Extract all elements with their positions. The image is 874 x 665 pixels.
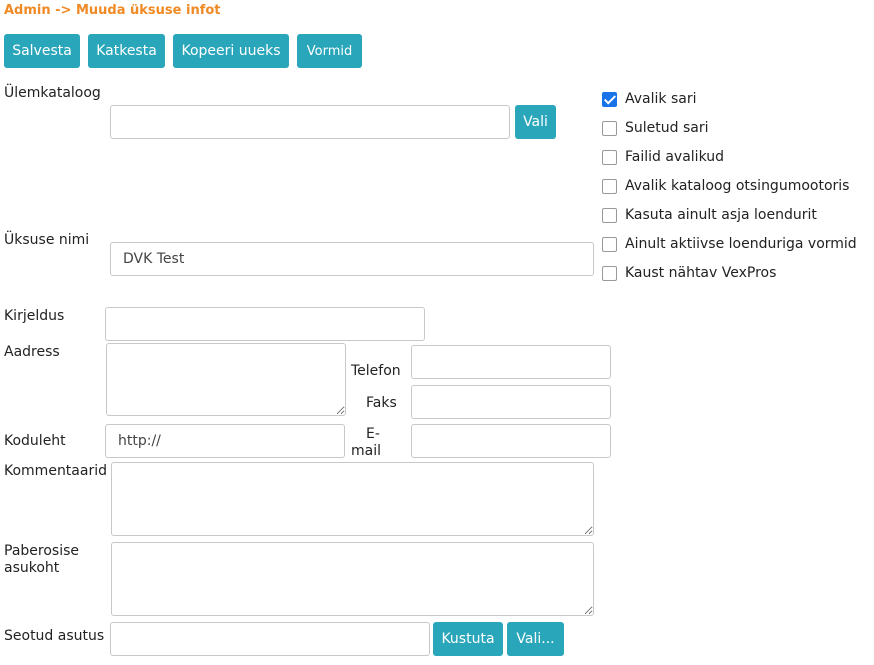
phone-label: Telefon (351, 363, 401, 379)
linked-org-label: Seotud asutus (4, 628, 105, 644)
paper-location-textarea[interactable] (111, 542, 594, 616)
checkbox-closed-series[interactable] (602, 120, 617, 136)
save-button[interactable]: Salvesta (4, 34, 80, 68)
option-label: Ainult aktiivse loenduriga vormid (625, 236, 857, 252)
homepage-input[interactable] (105, 424, 345, 458)
homepage-label: Koduleht (4, 433, 66, 449)
parent-catalog-label: Ülemkataloog (4, 85, 101, 101)
option-label: Failid avalikud (625, 149, 725, 165)
comments-textarea[interactable] (111, 462, 594, 536)
option-label: Kasuta ainult asja loendurit (625, 207, 817, 223)
option-case-counter-only[interactable]: Kasuta ainult asja loendurit (602, 206, 817, 224)
address-label: Aadress (4, 344, 60, 360)
option-folder-visible-vexpros[interactable]: Kaust nähtav VexPros (602, 264, 776, 282)
copy-as-new-button[interactable]: Kopeeri uueks (173, 34, 289, 68)
phone-input[interactable] (411, 345, 611, 379)
fax-input[interactable] (411, 385, 611, 419)
linked-org-input[interactable] (110, 622, 430, 656)
address-textarea[interactable] (106, 343, 346, 416)
paper-location-label-line1: Paberosise (4, 543, 79, 559)
parent-catalog-input[interactable] (110, 105, 510, 139)
option-label: Kaust nähtav VexPros (625, 265, 777, 281)
option-public-series[interactable]: Avalik sari (602, 90, 696, 108)
description-input[interactable] (105, 307, 425, 341)
forms-button[interactable]: Vormid (297, 34, 362, 68)
option-closed-series[interactable]: Suletud sari (602, 119, 708, 137)
option-label: Suletud sari (625, 120, 709, 136)
checkbox-files-public[interactable] (602, 149, 617, 165)
checkbox-active-counter-forms[interactable] (602, 236, 617, 252)
delete-linked-org-button[interactable]: Kustuta (433, 622, 503, 656)
option-active-counter-forms[interactable]: Ainult aktiivse loenduriga vormid (602, 235, 857, 253)
unit-name-label: Üksuse nimi (4, 232, 90, 248)
email-label-line2: mail (351, 443, 381, 459)
option-label: Avalik sari (625, 91, 697, 107)
description-label: Kirjeldus (4, 308, 65, 324)
checkbox-public-series[interactable] (602, 91, 617, 107)
fax-label: Faks (366, 395, 397, 411)
breadcrumb: Admin -> Muuda üksuse infot (4, 3, 221, 18)
email-input[interactable] (411, 424, 611, 458)
checkbox-public-catalog-search[interactable] (602, 178, 617, 194)
cancel-button[interactable]: Katkesta (88, 34, 165, 68)
paper-location-label-line2: asukoht (4, 560, 60, 576)
choose-linked-org-button[interactable]: Vali... (507, 622, 564, 656)
email-label-line1: E- (366, 426, 380, 442)
option-label: Avalik kataloog otsingumootoris (625, 178, 850, 194)
option-files-public[interactable]: Failid avalikud (602, 148, 724, 166)
checkbox-case-counter-only[interactable] (602, 207, 617, 223)
option-public-catalog-search[interactable]: Avalik kataloog otsingumootoris (602, 177, 849, 195)
comments-label: Kommentaarid (4, 463, 107, 479)
unit-name-input[interactable] (110, 242, 594, 276)
checkbox-folder-visible-vexpros[interactable] (602, 265, 617, 281)
choose-parent-catalog-button[interactable]: Vali (515, 105, 556, 139)
